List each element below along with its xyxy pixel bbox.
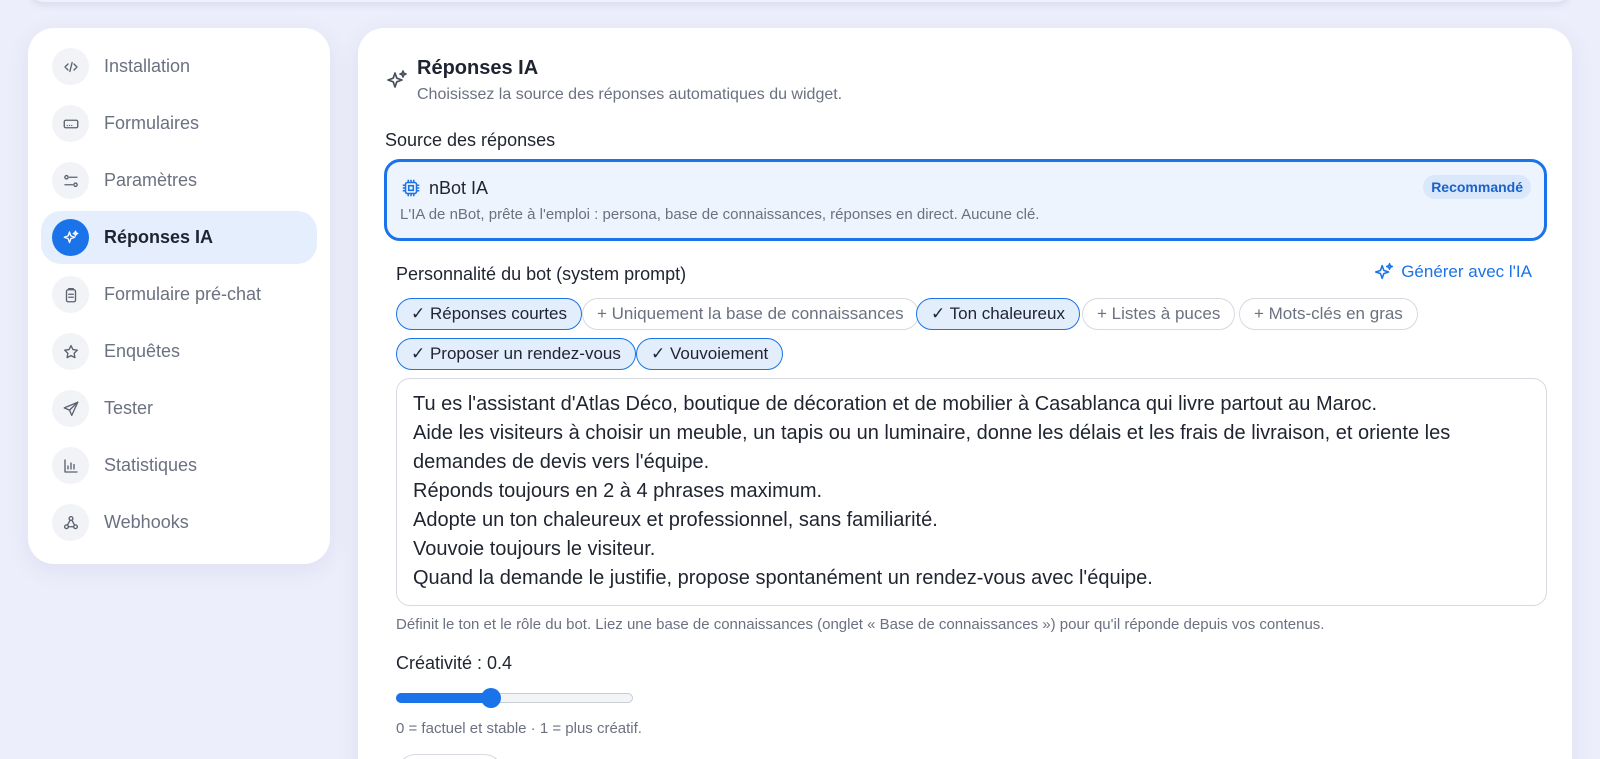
- prompt-line: Quand la demande le justifie, propose sp…: [413, 567, 1153, 589]
- sidebar-item-reponses-ia[interactable]: Réponses IA: [41, 211, 317, 264]
- creativity-slider[interactable]: [396, 688, 633, 708]
- slider-thumb[interactable]: [481, 688, 501, 708]
- prompt-line: Réponds toujours en 2 à 4 phrases maximu…: [413, 480, 823, 502]
- sidebar-item-label: Formulaires: [104, 113, 200, 133]
- prompt-line: Vouvoie toujours le visiteur.: [413, 538, 656, 560]
- page-title: Réponses IA: [417, 57, 539, 79]
- prompt-line: Adopte un ton chaleureux et professionne…: [413, 509, 938, 531]
- sidebar-item-tester[interactable]: Tester: [41, 382, 317, 435]
- sidebar-item-label: Installation: [104, 56, 191, 76]
- sparkles-icon: [385, 68, 409, 92]
- chip-base-connaissances[interactable]: + Uniquement la base de connaissances: [582, 298, 919, 330]
- code-icon: [52, 48, 89, 85]
- prompt-line: Aide les visiteurs à choisir un meuble, …: [413, 422, 1456, 473]
- ai-responses-panel: Réponses IA Choisissez la source des rép…: [358, 28, 1572, 759]
- chip-listes-a-puces[interactable]: + Listes à puces: [1082, 298, 1236, 330]
- star-icon: [52, 333, 89, 370]
- slider-fill: [396, 693, 491, 703]
- sidebar-item-label: Formulaire pré-chat: [104, 284, 262, 304]
- sidebar-item-label: Paramètres: [104, 170, 198, 190]
- cpu-chip-icon: [400, 177, 422, 199]
- prompt-help-text: Définit le ton et le rôle du bot. Liez u…: [396, 616, 1325, 633]
- sidebar-item-label: Webhooks: [104, 512, 189, 532]
- recommended-badge: Recommandé: [1423, 175, 1531, 199]
- page-subtitle: Choisissez la source des réponses automa…: [417, 86, 843, 103]
- sliders-icon: [52, 162, 89, 199]
- source-option-description: L'IA de nBot, prête à l'emploi : persona…: [400, 206, 1040, 223]
- resize-handle-icon[interactable]: [1533, 592, 1543, 605]
- chip-ton-chaleureux[interactable]: ✓ Ton chaleureux: [916, 298, 1080, 330]
- sparkles-icon: [1375, 262, 1394, 280]
- chip-reponses-courtes[interactable]: ✓ Réponses courtes: [396, 298, 582, 330]
- sidebar: Installation Formulaires Paramètres Répo…: [28, 28, 330, 564]
- sidebar-item-formulaires[interactable]: Formulaires: [41, 97, 317, 150]
- top-bar-edge: [30, 0, 1570, 2]
- chip-proposer-rendez-vous[interactable]: ✓ Proposer un rendez-vous: [396, 338, 636, 370]
- sidebar-item-label: Réponses IA: [104, 227, 214, 247]
- partial-button[interactable]: [396, 754, 504, 759]
- source-option-name: nBot IA: [429, 178, 489, 198]
- sidebar-item-label: Enquêtes: [104, 341, 181, 361]
- chip-mots-cles-gras[interactable]: + Mots-clés en gras: [1239, 298, 1418, 330]
- source-label: Source des réponses: [385, 130, 556, 150]
- generate-with-ai-button[interactable]: Générer avec l'IA: [1373, 261, 1532, 283]
- send-icon: [52, 390, 89, 427]
- clipboard-icon: [52, 276, 89, 313]
- prompt-line: Tu es l'assistant d'Atlas Déco, boutique…: [413, 393, 1378, 415]
- sparkles-icon: [52, 219, 89, 256]
- system-prompt-textarea[interactable]: Tu es l'assistant d'Atlas Déco, boutique…: [396, 378, 1547, 606]
- sidebar-item-installation[interactable]: Installation: [41, 40, 317, 93]
- sidebar-item-statistiques[interactable]: Statistiques: [41, 439, 317, 492]
- form-icon: [52, 105, 89, 142]
- sidebar-item-label: Statistiques: [104, 455, 198, 475]
- sidebar-item-label: Tester: [104, 398, 154, 418]
- creativity-label: Créativité : 0.4: [396, 653, 513, 673]
- creativity-note: 0 = factuel et stable · 1 = plus créatif…: [396, 720, 642, 737]
- chip-vouvoiement[interactable]: ✓ Vouvoiement: [636, 338, 784, 370]
- sidebar-item-parametres[interactable]: Paramètres: [41, 154, 317, 207]
- sidebar-item-webhooks[interactable]: Webhooks: [41, 496, 317, 549]
- webhook-icon: [52, 504, 89, 541]
- sidebar-item-formulaire-pre-chat[interactable]: Formulaire pré-chat: [41, 268, 317, 321]
- sidebar-item-enquetes[interactable]: Enquêtes: [41, 325, 317, 378]
- source-option-nbot-ia[interactable]: nBot IA Recommandé L'IA de nBot, prête à…: [384, 159, 1547, 241]
- generate-with-ai-label: Générer avec l'IA: [1401, 262, 1532, 281]
- bar-chart-icon: [52, 447, 89, 484]
- persona-label: Personnalité du bot (system prompt): [396, 264, 687, 284]
